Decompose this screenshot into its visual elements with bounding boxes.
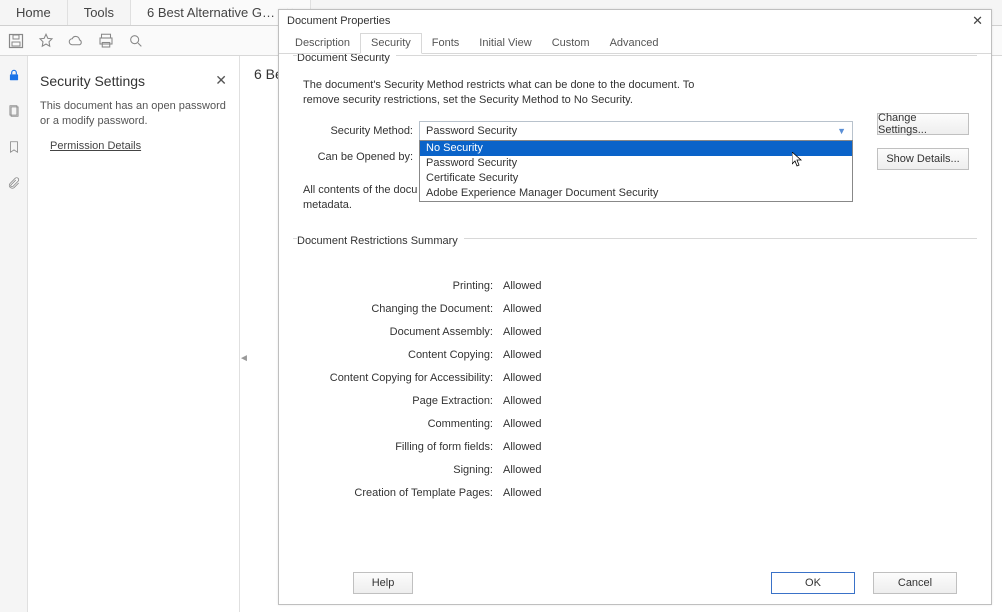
search-icon[interactable] [126,31,146,51]
restriction-value: Allowed [503,441,542,453]
print-icon[interactable] [96,31,116,51]
restriction-row: Document Assembly: Allowed [293,321,977,344]
all-contents-prefix: All contents of the docu [303,184,417,196]
restriction-label: Document Assembly: [293,326,493,338]
security-method-value: Password Security [426,125,517,137]
option-password-security[interactable]: Password Security [420,156,852,171]
restriction-row: Filling of form fields: Allowed [293,436,977,459]
security-method-select[interactable]: Password Security ▼ [419,121,853,141]
restriction-row: Creation of Template Pages: Allowed [293,482,977,505]
restriction-row: Content Copying for Accessibility: Allowe… [293,367,977,390]
tab-security[interactable]: Security [360,33,422,54]
restriction-row: Changing the Document: Allowed [293,298,977,321]
permission-details-link[interactable]: Permission Details [50,140,227,152]
document-security-group: Document Security The document's Securit… [293,55,977,214]
dialog-body: Document Security The document's Securit… [279,54,991,568]
restrictions-grid: Printing: Allowed Changing the Document: Al… [293,275,977,505]
save-icon[interactable] [6,31,26,51]
security-settings-panel: Security Settings ✕ This document has an… [28,56,240,612]
cloud-icon[interactable] [66,31,86,51]
option-aem-security[interactable]: Adobe Experience Manager Document Securi… [420,186,852,201]
restriction-label: Signing: [293,464,493,476]
left-rail [0,56,28,612]
security-method-row: Security Method: Password Security ▼ No … [293,121,977,141]
document-properties-dialog: Document Properties ✕ Description Securi… [278,9,992,605]
restriction-label: Page Extraction: [293,395,493,407]
main-tab-tools[interactable]: Tools [68,0,131,25]
security-intro-text: The document's Security Method restricts… [303,78,723,109]
panel-title: Security Settings [40,73,145,89]
restriction-value: Allowed [503,349,542,361]
dialog-footer: Help OK Cancel [279,568,991,604]
help-button[interactable]: Help [353,572,413,594]
collapse-handle-icon[interactable]: ◄ [240,350,248,366]
panel-description: This document has an open password or a … [40,99,227,130]
all-contents-suffix: metadata. [303,199,352,211]
restriction-value: Allowed [503,395,542,407]
restriction-value: Allowed [503,303,542,315]
group-header: Document Security [297,54,396,64]
restriction-row: Printing: Allowed [293,275,977,298]
restrictions-group: Document Restrictions Summary Printing: A… [293,238,977,505]
show-details-button[interactable]: Show Details... [877,148,969,170]
dialog-tab-bar: Description Security Fonts Initial View … [279,32,991,54]
restriction-label: Content Copying: [293,349,493,361]
lock-icon[interactable] [5,66,23,84]
tab-advanced[interactable]: Advanced [600,34,669,53]
attachment-icon[interactable] [5,174,23,192]
restriction-value: Allowed [503,280,542,292]
close-icon[interactable]: ✕ [972,13,983,29]
restriction-value: Allowed [503,372,542,384]
restriction-row: Page Extraction: Allowed [293,390,977,413]
close-icon[interactable]: ✕ [215,72,227,89]
restriction-value: Allowed [503,487,542,499]
restriction-label: Printing: [293,280,493,292]
page-thumbnails-icon[interactable] [5,102,23,120]
restriction-label: Content Copying for Accessibility: [293,372,493,384]
restriction-row: Commenting: Allowed [293,413,977,436]
restriction-label: Filling of form fields: [293,441,493,453]
tab-custom[interactable]: Custom [542,34,600,53]
chevron-down-icon: ▼ [837,126,846,136]
restriction-row: Signing: Allowed [293,459,977,482]
restriction-row: Content Copying: Allowed [293,344,977,367]
bookmark-icon[interactable] [5,138,23,156]
restriction-label: Changing the Document: [293,303,493,315]
group-header: Document Restrictions Summary [297,235,464,247]
restriction-label: Creation of Template Pages: [293,487,493,499]
security-method-label: Security Method: [293,125,413,137]
restriction-label: Commenting: [293,418,493,430]
cancel-button[interactable]: Cancel [873,572,957,594]
dialog-titlebar: Document Properties ✕ [279,10,991,32]
security-method-dropdown: No Security Password Security Certificat… [419,140,853,202]
change-settings-button[interactable]: Change Settings... [877,113,969,135]
security-method-select-wrap: Password Security ▼ No Security Password… [419,121,853,141]
restriction-value: Allowed [503,326,542,338]
ok-button[interactable]: OK [771,572,855,594]
can-be-opened-label: Can be Opened by: [293,151,413,163]
tab-initial-view[interactable]: Initial View [469,34,541,53]
option-no-security[interactable]: No Security [420,141,852,156]
dialog-title: Document Properties [287,15,390,27]
main-tab-home[interactable]: Home [0,0,68,25]
restriction-value: Allowed [503,464,542,476]
tab-fonts[interactable]: Fonts [422,34,470,53]
star-icon[interactable] [36,31,56,51]
restriction-value: Allowed [503,418,542,430]
option-certificate-security[interactable]: Certificate Security [420,171,852,186]
main-tab-document-label: 6 Best Alternative G… [147,5,275,20]
tab-description[interactable]: Description [285,34,360,53]
